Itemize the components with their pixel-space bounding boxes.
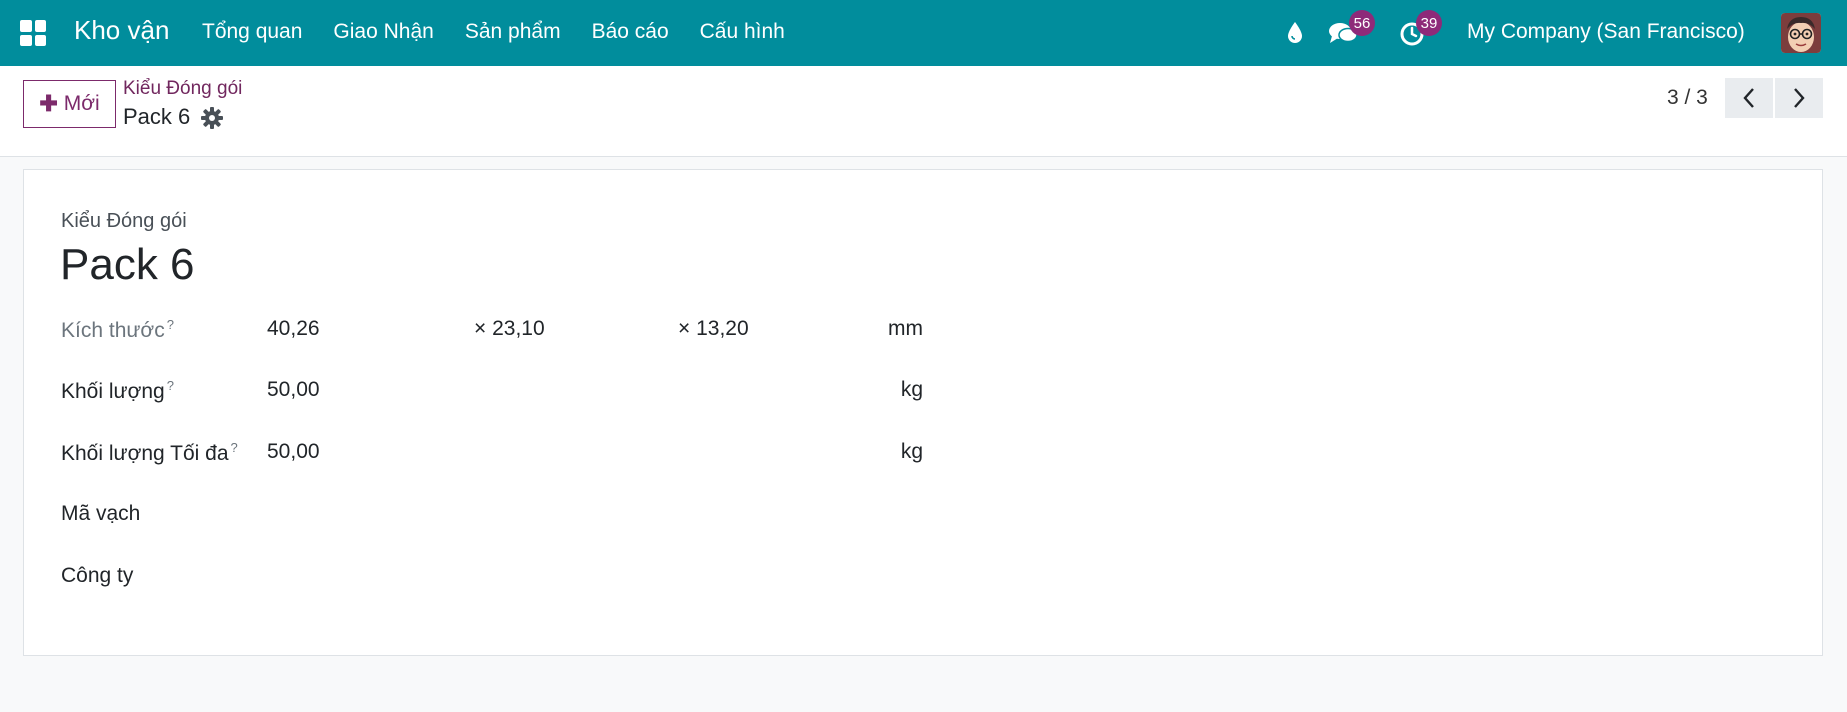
droplet-icon[interactable]: [1280, 18, 1310, 48]
menu-item-overview[interactable]: Tổng quan: [202, 20, 302, 44]
pager-value[interactable]: 3 / 3: [1667, 86, 1708, 110]
company-input[interactable]: [267, 564, 907, 592]
gear-icon[interactable]: [200, 106, 224, 130]
menu-item-reporting[interactable]: Báo cáo: [592, 20, 669, 44]
pager-next-button[interactable]: [1775, 78, 1823, 118]
package-name-field[interactable]: Pack 6: [60, 240, 195, 290]
plus-icon: ✚: [39, 91, 58, 116]
max-weight-row: Khối lượng Tối đa? 50,00 kg: [61, 440, 961, 470]
max-weight-unit: kg: [900, 440, 923, 463]
barcode-label: Mã vạch: [61, 502, 141, 525]
chevron-left-icon: [1743, 88, 1754, 108]
main-menu: Tổng quan Giao Nhận Sản phẩm Báo cáo Cấu…: [202, 20, 816, 44]
app-name[interactable]: Kho vận: [74, 15, 169, 46]
model-label: Kiểu Đóng gói: [61, 210, 187, 232]
weight-row: Khối lượng? 50,00 kg: [61, 378, 961, 408]
user-avatar[interactable]: [1781, 13, 1821, 53]
apps-menu-icon[interactable]: [20, 20, 46, 46]
new-button-label: Mới: [63, 92, 100, 115]
top-navbar: Kho vận Tổng quan Giao Nhận Sản phẩm Báo…: [0, 0, 1847, 66]
menu-item-operations[interactable]: Giao Nhận: [333, 20, 433, 44]
new-button[interactable]: ✚ Mới: [23, 80, 116, 128]
dimensions-row: Kích thước? 40,26 × 23,10 × 13,20 mm: [61, 317, 961, 347]
weight-unit: kg: [900, 378, 923, 401]
company-label: Công ty: [61, 564, 134, 587]
company-switcher[interactable]: My Company (San Francisco): [1467, 20, 1745, 44]
barcode-input[interactable]: [267, 502, 907, 530]
breadcrumb-current-record: Pack 6: [123, 104, 191, 129]
menu-item-configuration[interactable]: Cấu hình: [700, 20, 785, 44]
activities-badge: 39: [1416, 10, 1442, 36]
messages-badge: 56: [1349, 10, 1375, 36]
breadcrumb-package-types[interactable]: Kiểu Đóng gói: [123, 78, 242, 100]
form-sheet: Kiểu Đóng gói Pack 6 Kích thước? 40,26 ×…: [23, 169, 1823, 656]
company-row: Công ty: [61, 564, 961, 594]
dimension-unit: mm: [888, 317, 923, 340]
control-panel: ✚ Mới Kiểu Đóng gói Pack 6 3 / 3: [0, 66, 1847, 157]
chevron-right-icon: [1794, 88, 1805, 108]
messages-icon[interactable]: 56: [1327, 10, 1375, 48]
activities-clock-icon[interactable]: 39: [1398, 10, 1442, 48]
pager-previous-button[interactable]: [1725, 78, 1773, 118]
barcode-row: Mã vạch: [61, 502, 961, 532]
menu-item-products[interactable]: Sản phẩm: [465, 20, 561, 44]
